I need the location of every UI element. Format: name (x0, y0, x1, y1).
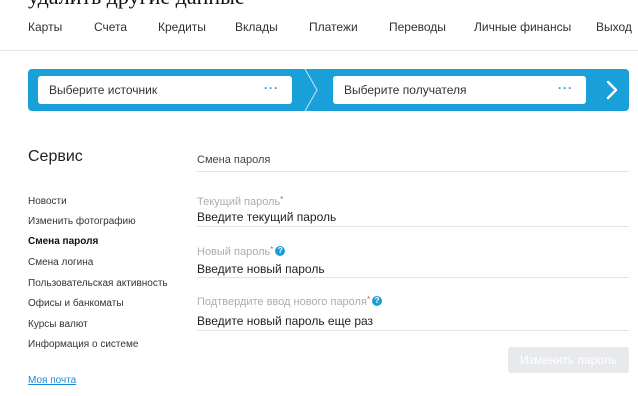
sidebar-item-exchange-rates[interactable]: Курсы валют (28, 319, 88, 330)
top-navigation: Карты Счета Кредиты Вклады Платежи Перев… (0, 16, 638, 38)
nav-item-deposits[interactable]: Вклады (235, 20, 278, 34)
form-title-divider (197, 171, 629, 172)
current-password-input[interactable]: Введите текущий пароль (197, 210, 629, 226)
nav-item-transfers[interactable]: Переводы (389, 20, 446, 34)
nav-item-cards[interactable]: Карты (28, 20, 62, 34)
change-password-button[interactable]: Изменить пароль (508, 347, 629, 373)
destination-more-icon[interactable]: ··· (558, 81, 573, 95)
clipped-top-text-label: удалить другие данные (28, 0, 245, 9)
required-marker: * (270, 245, 274, 254)
current-password-label-text: Текущий пароль (197, 196, 281, 208)
confirm-password-input[interactable]: Введите новый пароль еще раз (197, 314, 629, 330)
nav-item-payments[interactable]: Платежи (309, 20, 358, 34)
nav-divider (0, 50, 638, 51)
destination-select-label: Выберите получателя (344, 83, 467, 97)
sidebar-item-change-login[interactable]: Смена логина (28, 257, 93, 268)
quick-transfer-bar: Выберите источник ··· Выберите получател… (28, 69, 629, 111)
help-icon[interactable]: ? (275, 246, 286, 256)
sidebar-item-change-password[interactable]: Смена пароля (28, 236, 98, 247)
new-password-label-text: Новый пароль (197, 246, 271, 258)
nav-item-personal-finance[interactable]: Личные финансы (474, 20, 571, 34)
chevron-right-icon[interactable] (602, 79, 622, 101)
sidebar-item-news[interactable]: Новости (28, 196, 67, 207)
sidebar-item-system-info[interactable]: Информация о системе (28, 339, 138, 350)
my-mail-link[interactable]: Моя почта (28, 375, 76, 386)
nav-item-accounts[interactable]: Счета (94, 20, 127, 34)
required-marker: * (366, 295, 371, 304)
source-more-icon[interactable]: ··· (264, 81, 279, 95)
new-password-underline (197, 277, 629, 278)
form-title: Смена пароля (197, 154, 271, 166)
source-select[interactable]: Выберите источник ··· (38, 76, 292, 104)
chevron-separator-icon (304, 69, 318, 111)
confirm-password-label: Подтвердите ввод нового пароля*? (197, 295, 383, 308)
new-password-label: Новый пароль*? (197, 245, 286, 258)
nav-item-credits[interactable]: Кредиты (158, 20, 206, 34)
current-password-label: Текущий пароль* (197, 195, 284, 208)
help-icon[interactable]: ? (372, 296, 383, 306)
nav-item-logout[interactable]: Выход (596, 20, 632, 34)
sidebar-item-user-activity[interactable]: Пользовательская активность (28, 278, 168, 289)
required-marker: * (280, 195, 284, 204)
sidebar-item-offices-atms[interactable]: Офисы и банкоматы (28, 298, 124, 309)
new-password-input[interactable]: Введите новый пароль (197, 262, 629, 278)
confirm-password-underline (197, 330, 629, 331)
destination-select[interactable]: Выберите получателя ··· (333, 76, 586, 104)
current-password-underline (197, 226, 629, 227)
clipped-top-text: удалить другие данные (0, 0, 638, 9)
sidebar-title: Сервис (28, 148, 83, 165)
sidebar-item-change-photo[interactable]: Изменить фотографию (28, 216, 136, 227)
confirm-password-label-text: Подтвердите ввод нового пароля (197, 296, 367, 308)
source-select-label: Выберите источник (49, 83, 158, 97)
